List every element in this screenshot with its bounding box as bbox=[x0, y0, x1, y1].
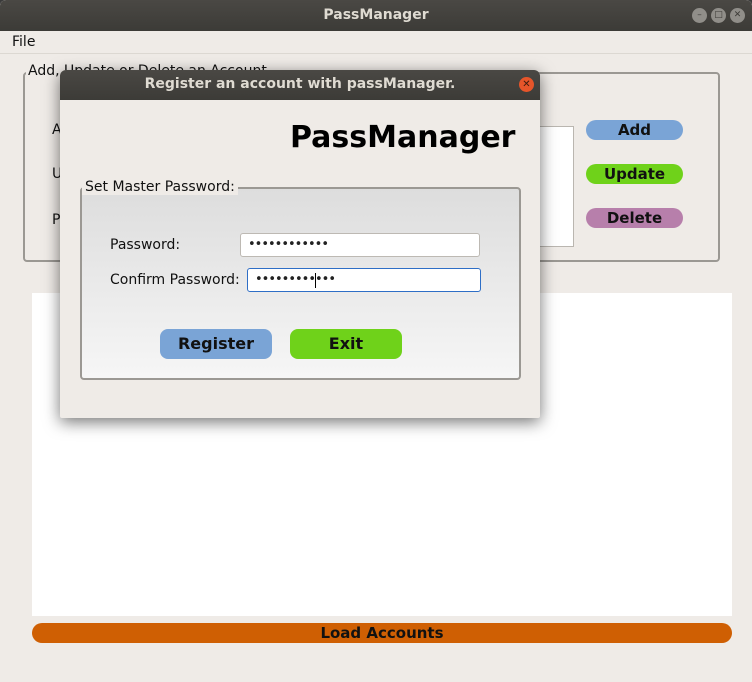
account-fields-box[interactable] bbox=[540, 126, 574, 247]
main-titlebar: PassManager – □ ✕ bbox=[0, 0, 752, 31]
password-label: Password: bbox=[110, 237, 181, 253]
main-window-title: PassManager bbox=[323, 7, 429, 23]
register-dialog: Register an account with passManager. ✕ … bbox=[60, 70, 540, 418]
confirm-password-label: Confirm Password: bbox=[110, 272, 240, 288]
confirm-password-input[interactable]: •••••••••••• bbox=[247, 268, 481, 292]
menubar: File bbox=[0, 31, 752, 54]
dialog-close-icon[interactable]: ✕ bbox=[519, 77, 534, 92]
update-button[interactable]: Update bbox=[586, 164, 683, 184]
password-input[interactable]: •••••••••••• bbox=[240, 233, 480, 257]
confirm-password-value: •••••••••••• bbox=[255, 272, 336, 287]
dialog-titlebar: Register an account with passManager. ✕ bbox=[60, 70, 540, 100]
close-icon[interactable]: ✕ bbox=[730, 8, 745, 23]
minimize-icon[interactable]: – bbox=[692, 8, 707, 23]
maximize-icon[interactable]: □ bbox=[711, 8, 726, 23]
exit-button[interactable]: Exit bbox=[290, 329, 402, 359]
dialog-title: Register an account with passManager. bbox=[144, 76, 456, 92]
menu-file[interactable]: File bbox=[12, 34, 35, 50]
register-button[interactable]: Register bbox=[160, 329, 272, 359]
load-accounts-button[interactable]: Load Accounts bbox=[32, 623, 732, 643]
master-password-group-title: Set Master Password: bbox=[82, 179, 238, 195]
dialog-heading: PassManager bbox=[290, 120, 516, 155]
password-value: •••••••••••• bbox=[248, 237, 329, 252]
add-button[interactable]: Add bbox=[586, 120, 683, 140]
text-caret bbox=[315, 273, 316, 288]
delete-button[interactable]: Delete bbox=[586, 208, 683, 228]
